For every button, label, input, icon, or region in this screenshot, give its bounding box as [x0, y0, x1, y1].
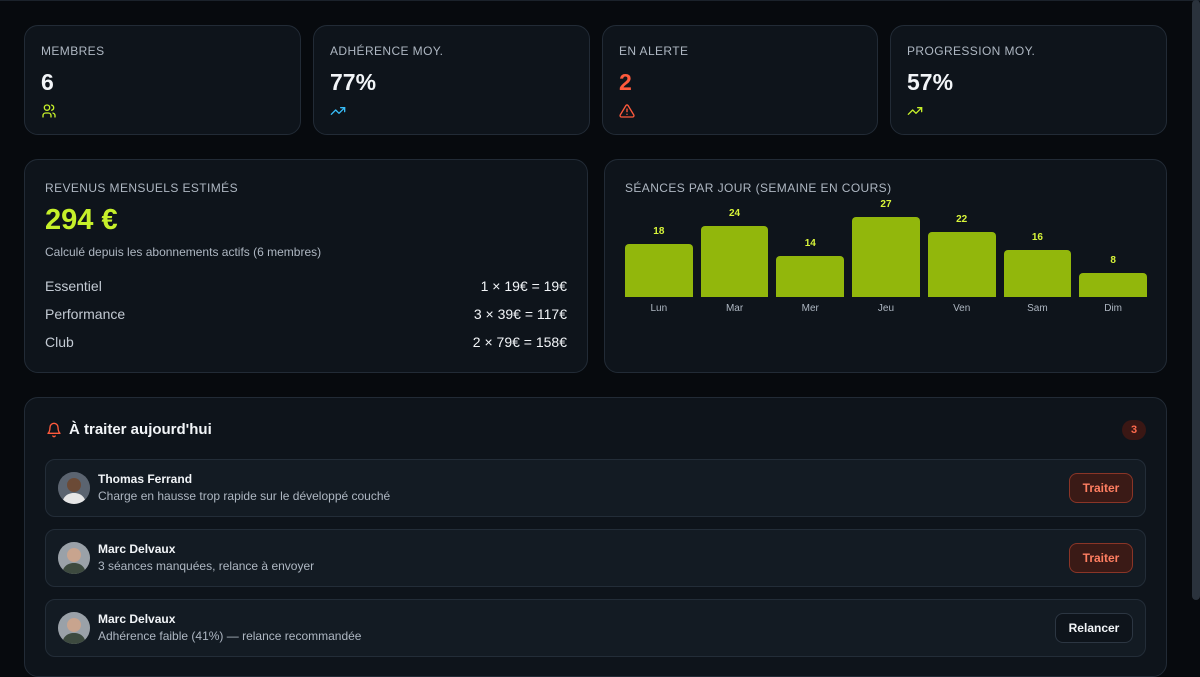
sessions-chart-card: SÉANCES PAR JOUR (SEMAINE EN COURS) 18 Lu…	[604, 159, 1167, 373]
plan-row-essentiel: Essentiel 1 × 19€ = 19€	[45, 276, 567, 296]
task-description: Adhérence faible (41%) — relance recomma…	[98, 629, 362, 643]
bar-value-label: 18	[653, 226, 665, 237]
warning-icon	[619, 104, 635, 118]
bell-icon	[47, 422, 61, 438]
bar-day-label: Sam	[1027, 303, 1048, 314]
task-description: Charge en hausse trop rapide sur le déve…	[98, 489, 391, 503]
stat-value: 77%	[330, 69, 377, 95]
trending-up-icon	[907, 107, 923, 115]
bar-day-label: Mer	[801, 303, 819, 314]
revenue-card: REVENUS MENSUELS ESTIMÉS 294 € Calculé d…	[24, 159, 588, 373]
tasks-title: À traiter aujourd'hui	[69, 421, 212, 438]
task-row[interactable]: Marc Delvaux 3 séances manquées, relance…	[45, 529, 1146, 587]
chart-title: SÉANCES PAR JOUR (SEMAINE EN COURS)	[625, 181, 892, 195]
users-icon	[42, 104, 56, 118]
bar-group-ven: 22 Ven	[927, 200, 996, 320]
plan-name: Club	[45, 334, 74, 350]
trending-up-icon	[330, 107, 346, 115]
revenue-subtitle: Calculé depuis les abonnements actifs (6…	[45, 245, 322, 259]
stat-label: MEMBRES	[41, 44, 105, 58]
task-member-name: Marc Delvaux	[98, 612, 176, 626]
bar	[852, 217, 920, 297]
bar-chart: 18 Lun 24 Mar 14 Mer 27 Jeu 22 Ven 16 Sam 8 Dim	[625, 199, 1147, 320]
plan-calc: 1 × 19€ = 19€	[480, 278, 567, 294]
bar-day-label: Lun	[650, 303, 668, 314]
stat-label: PROGRESSION MOY.	[907, 44, 1036, 58]
task-row[interactable]: Thomas Ferrand Charge en hausse trop rap…	[45, 459, 1146, 517]
tasks-card: À traiter aujourd'hui 3 Thomas Ferrand C…	[24, 397, 1167, 677]
plan-calc: 2 × 79€ = 158€	[472, 334, 567, 350]
stat-label: ADHÉRENCE MOY.	[330, 44, 444, 58]
relancer-button[interactable]: Relancer	[1055, 613, 1133, 643]
avatar	[58, 542, 90, 574]
tasks-count-badge: 3	[1122, 420, 1146, 440]
task-member-name: Thomas Ferrand	[98, 472, 193, 486]
stat-label: EN ALERTE	[619, 44, 689, 58]
bar-group-mar: 24 Mar	[700, 200, 769, 320]
bar	[776, 256, 845, 297]
bar-group-mer: 14 Mer	[776, 200, 845, 320]
stat-value: 2	[619, 69, 632, 95]
stat-value: 6	[41, 69, 54, 95]
bar	[1003, 250, 1072, 297]
plan-row-club: Club 2 × 79€ = 158€	[45, 332, 567, 352]
stat-card-members: MEMBRES 6	[24, 25, 301, 135]
bar	[1079, 273, 1147, 297]
traiter-button[interactable]: Traiter	[1069, 473, 1133, 503]
task-row[interactable]: Marc Delvaux Adhérence faible (41%) — re…	[45, 599, 1146, 657]
bar-group-sam: 16 Sam	[1003, 200, 1072, 320]
bar	[927, 232, 996, 297]
revenue-label: REVENUS MENSUELS ESTIMÉS	[45, 181, 238, 195]
stat-card-alerts: EN ALERTE 2	[602, 25, 878, 135]
bar-day-label: Jeu	[877, 303, 895, 314]
bar-value-label: 14	[804, 238, 816, 249]
plan-calc: 3 × 39€ = 117€	[473, 306, 567, 322]
plan-name: Essentiel	[45, 278, 102, 294]
task-member-name: Marc Delvaux	[98, 542, 176, 556]
bar-group-dim: 8 Dim	[1079, 200, 1147, 320]
bar-value-label: 22	[956, 214, 968, 225]
plan-name: Performance	[45, 306, 126, 322]
stat-card-adherence: ADHÉRENCE MOY. 77%	[313, 25, 590, 135]
plan-row-performance: Performance 3 × 39€ = 117€	[45, 304, 567, 324]
avatar	[58, 612, 90, 644]
stat-card-progression: PROGRESSION MOY. 57%	[890, 25, 1167, 135]
top-border	[0, 0, 1200, 1]
bar-value-label: 24	[728, 208, 741, 219]
revenue-value: 294 €	[45, 204, 118, 236]
bar-value-label: 8	[1110, 255, 1116, 266]
bar-group-lun: 18 Lun	[625, 200, 693, 320]
traiter-button[interactable]: Traiter	[1069, 543, 1133, 573]
bar	[700, 226, 769, 297]
bar	[625, 244, 693, 297]
bar-day-label: Dim	[1104, 303, 1123, 314]
stat-value: 57%	[907, 69, 954, 95]
bar-day-label: Mar	[725, 303, 744, 314]
task-description: 3 séances manquées, relance à envoyer	[98, 559, 315, 573]
bar-day-label: Ven	[953, 303, 971, 314]
avatar	[58, 472, 90, 504]
bar-value-label: 16	[1031, 232, 1043, 243]
scrollbar[interactable]	[1192, 0, 1200, 600]
bar-value-label: 27	[880, 199, 892, 210]
bar-group-jeu: 27 Jeu	[852, 199, 920, 320]
